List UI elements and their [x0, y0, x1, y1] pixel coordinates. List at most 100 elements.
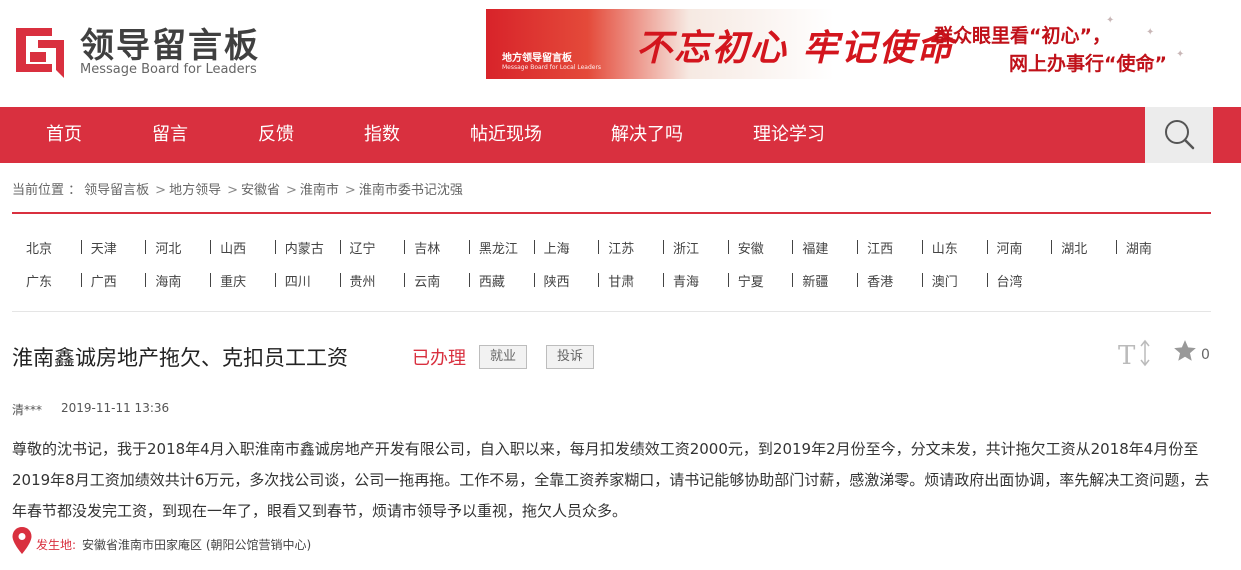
region-link[interactable]: 台湾 [997, 271, 1023, 290]
logo-title: 领导留言板 [80, 26, 260, 66]
region-separator [404, 240, 406, 254]
region-separator [468, 273, 470, 287]
breadcrumb-item[interactable]: 淮南市 [300, 183, 339, 198]
region-separator [663, 273, 664, 287]
search-button[interactable] [1145, 107, 1213, 163]
region-link[interactable]: 福建 [802, 238, 828, 257]
breadcrumb-item[interactable]: 安徽省 [241, 183, 280, 198]
region-separator [145, 240, 147, 254]
region-separator [663, 240, 664, 254]
region-link[interactable]: 四川 [285, 271, 311, 290]
bird-icon: ✦ [1176, 49, 1185, 60]
favorite-button[interactable] [1172, 338, 1198, 364]
breadcrumb-item[interactable]: 领导留言板 [84, 183, 149, 198]
region-separator [210, 273, 212, 287]
region-link[interactable]: 天津 [91, 238, 117, 257]
bird-icon: ✦ [1146, 27, 1155, 38]
region-link[interactable]: 海南 [155, 271, 181, 290]
region-link[interactable]: 浙江 [673, 238, 699, 257]
location-value: 安徽省淮南市田家庵区 (朝阳公馆营销中心) [82, 538, 312, 552]
region-link[interactable]: 宁夏 [738, 271, 764, 290]
region-link[interactable]: 广西 [91, 271, 117, 290]
region-link[interactable]: 云南 [414, 271, 440, 290]
region-separator [986, 240, 988, 254]
region-link[interactable]: 山西 [220, 238, 246, 257]
logo-mark-icon [16, 28, 64, 78]
region-link[interactable]: 澳门 [932, 271, 958, 290]
region-link[interactable]: 贵州 [350, 271, 376, 290]
region-separator [857, 273, 859, 287]
region-link[interactable]: 青海 [673, 271, 699, 290]
svg-text:T: T [1118, 341, 1136, 368]
region-separator [533, 273, 535, 287]
status-badge: 已办理 [412, 348, 466, 369]
font-size-button[interactable]: T [1118, 338, 1154, 371]
region-link[interactable]: 香港 [867, 271, 893, 290]
breadcrumb-divider [12, 212, 1211, 214]
breadcrumb-label: 当前位置 ： [12, 183, 82, 198]
region-link[interactable]: 内蒙古 [285, 238, 324, 257]
region-link[interactable]: 辽宁 [350, 238, 376, 257]
region-separator [339, 240, 341, 254]
region-link[interactable]: 上海 [544, 238, 570, 257]
region-separator [404, 273, 406, 287]
region-link[interactable]: 湖南 [1126, 238, 1152, 257]
region-separator [1115, 240, 1117, 254]
nav-item-solved[interactable]: 解决了吗 [611, 107, 683, 163]
search-icon [1165, 120, 1195, 150]
region-link[interactable]: 陕西 [544, 271, 570, 290]
region-link[interactable]: 湖北 [1061, 238, 1087, 257]
region-link[interactable]: 江苏 [608, 238, 634, 257]
region-separator [80, 240, 82, 254]
nav-item-theory[interactable]: 理论学习 [753, 107, 825, 163]
region-separator [727, 273, 729, 287]
region-link[interactable]: 山东 [932, 238, 958, 257]
post-author: 清*** [12, 403, 43, 417]
location-label: 发生地: [36, 538, 77, 552]
nav-item-message[interactable]: 留言 [152, 107, 188, 163]
banner[interactable]: ✦ ✦ ✦ 地方领导留言板 Message Board for Local Le… [486, 9, 1211, 79]
tag-employment[interactable]: 就业 [479, 345, 528, 369]
region-separator [145, 273, 147, 287]
region-link[interactable]: 新疆 [802, 271, 828, 290]
region-link[interactable]: 河南 [997, 238, 1023, 257]
breadcrumb-item[interactable]: 地方领导 [169, 183, 221, 198]
region-link[interactable]: 重庆 [220, 271, 246, 290]
post-body: 尊敬的沈书记，我于2018年4月入职淮南市鑫诚房地产开发有限公司，自入职以来，每… [12, 440, 1210, 520]
location-pin-icon [12, 527, 32, 554]
region-link[interactable]: 河北 [155, 238, 181, 257]
banner-brand-sub: Message Board for Local Leaders [502, 64, 602, 71]
region-link[interactable]: 江西 [867, 238, 893, 257]
nav-item-scene[interactable]: 帖近现场 [470, 107, 542, 163]
region-separator [80, 273, 82, 287]
site-logo[interactable]: 领导留言板 Message Board for Leaders [12, 18, 282, 78]
region-link[interactable]: 西藏 [479, 271, 505, 290]
region-link[interactable]: 甘肃 [608, 271, 634, 290]
region-link[interactable]: 安徽 [738, 238, 764, 257]
nav-item-index[interactable]: 指数 [364, 107, 400, 163]
region-link[interactable]: 广东 [26, 271, 52, 290]
post-time: 2019-11-11 13:36 [61, 401, 170, 415]
region-link[interactable]: 黑龙江 [479, 238, 518, 257]
region-link[interactable]: 吉林 [414, 238, 440, 257]
region-separator [792, 240, 794, 254]
tag-complaint[interactable]: 投诉 [546, 345, 595, 369]
breadcrumb-separator: > [344, 183, 356, 198]
font-size-icon: T [1118, 339, 1150, 371]
breadcrumb: 当前位置 ：领导留言板 > 地方领导 > 安徽省 > 淮南市 > 淮南市委书记沈强 [12, 179, 466, 198]
breadcrumb-separator: > [227, 183, 238, 198]
nav-item-home[interactable]: 首页 [46, 107, 82, 163]
breadcrumb-item[interactable]: 淮南市委书记沈强 [359, 183, 463, 198]
post-title: 淮南鑫诚房地产拖欠、克扣员工工资 [12, 346, 348, 370]
region-separator [921, 273, 923, 287]
nav-item-feedback[interactable]: 反馈 [258, 107, 294, 163]
region-link[interactable]: 北京 [26, 238, 52, 257]
region-separator [921, 240, 923, 254]
banner-brand: 地方领导留言板 Message Board for Local Leaders [502, 49, 601, 71]
region-separator [598, 240, 600, 254]
region-separator [468, 240, 470, 254]
banner-brand-name: 地方领导留言板 [502, 53, 572, 64]
banner-calligraphy: 不忘初心 牢记使命 [636, 27, 955, 69]
breadcrumb-separator: > [155, 183, 167, 198]
region-separator [1051, 240, 1053, 254]
